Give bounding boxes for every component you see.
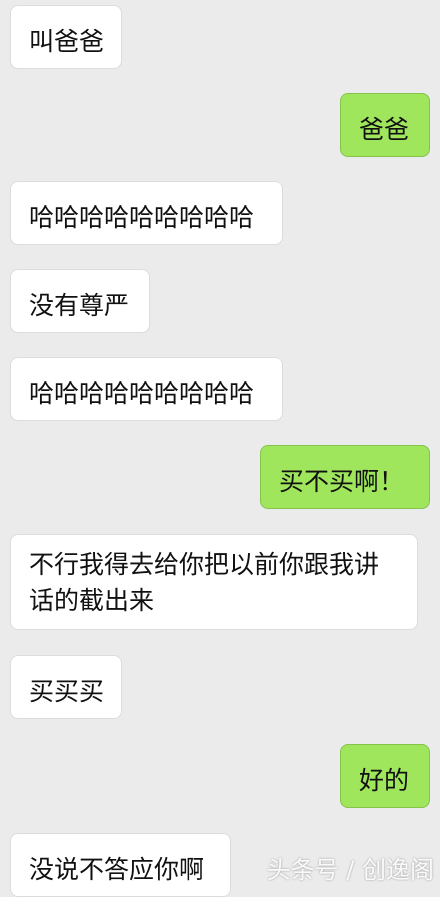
message-bubble-left-1[interactable]: 叫爸爸 — [10, 5, 122, 69]
message-bubble-left-2[interactable]: 哈哈哈哈哈哈哈哈哈 — [10, 181, 283, 245]
message-text: 爸爸 — [359, 115, 410, 144]
message-text: 买不买啊！ — [279, 467, 405, 496]
message-bubble-left-7[interactable]: 没说不答应你啊 — [10, 833, 231, 897]
message-text: 不行我得去给你把以前你跟我讲话的截出来 — [29, 550, 380, 615]
message-bubble-left-3[interactable]: 没有尊严 — [10, 269, 150, 333]
message-bubble-right-1[interactable]: 爸爸 — [340, 93, 430, 157]
message-text: 没说不答应你啊 — [29, 855, 205, 884]
chat-thread: 叫爸爸 爸爸 哈哈哈哈哈哈哈哈哈 没有尊严 哈哈哈哈哈哈哈哈哈 买不买啊！ 不行… — [0, 0, 440, 897]
message-bubble-right-2[interactable]: 买不买啊！ — [260, 445, 430, 509]
message-text: 好的 — [359, 766, 410, 795]
message-bubble-left-6[interactable]: 买买买 — [10, 655, 122, 719]
message-text: 叫爸爸 — [29, 27, 105, 56]
message-text: 没有尊严 — [29, 291, 130, 320]
message-bubble-left-5[interactable]: 不行我得去给你把以前你跟我讲话的截出来 — [10, 534, 418, 630]
message-text: 买买买 — [29, 677, 105, 706]
message-text: 哈哈哈哈哈哈哈哈哈 — [29, 203, 255, 232]
message-bubble-left-4[interactable]: 哈哈哈哈哈哈哈哈哈 — [10, 357, 283, 421]
message-text: 哈哈哈哈哈哈哈哈哈 — [29, 379, 255, 408]
message-bubble-right-3[interactable]: 好的 — [340, 744, 430, 808]
watermark: 头条号 / 创逸阁 — [266, 856, 434, 884]
